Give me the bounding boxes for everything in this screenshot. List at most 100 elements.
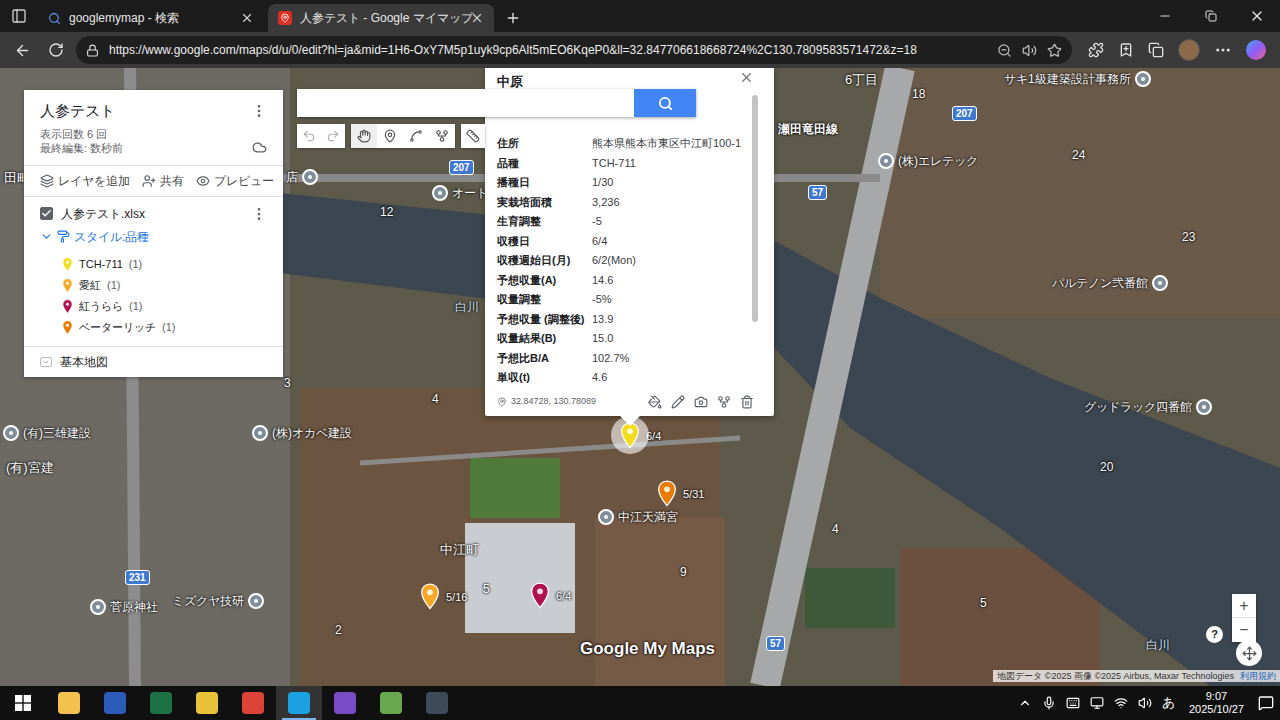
place-label: 中江町 [440, 540, 479, 560]
favorites-icon[interactable] [1118, 42, 1134, 58]
map-menu-icon[interactable] [251, 103, 267, 119]
profile-avatar[interactable] [1178, 39, 1200, 61]
show-hidden-icon[interactable] [1018, 696, 1032, 710]
poi-label[interactable]: (株)オカベ建設 [252, 424, 352, 442]
poi-label[interactable]: 店 [286, 168, 318, 186]
poi-label[interactable]: グッドラック四番館 [1084, 398, 1212, 416]
layer-menu-icon[interactable] [251, 206, 267, 222]
taskbar-app[interactable] [184, 686, 230, 720]
taskbar-app[interactable] [92, 686, 138, 720]
poi-label[interactable]: 中江天満宮 [598, 508, 678, 526]
address-field[interactable]: https://www.google.com/maps/d/u/0/edit?h… [76, 36, 1072, 64]
close-tab-icon[interactable] [240, 11, 254, 25]
more-icon[interactable] [1214, 41, 1232, 59]
terms-link[interactable]: 利用規約 [1240, 670, 1276, 682]
map[interactable]: 6丁目サキ1級建築設計事務所18207瀬田竜田線(株)エレテック2423パルテノ… [0, 68, 1280, 686]
legend-item[interactable]: ベーターリッチ(1) [62, 317, 267, 338]
undo-button[interactable] [297, 124, 321, 148]
taskbar-app[interactable] [138, 686, 184, 720]
input-pad-icon[interactable] [1066, 696, 1080, 710]
taskbar-app[interactable] [276, 686, 322, 720]
map-pin[interactable]: 5/31 [657, 480, 704, 508]
copilot-icon[interactable] [1246, 40, 1266, 60]
line-tool[interactable] [403, 124, 429, 148]
layer-name[interactable]: 人参テスト.xlsx [61, 205, 243, 223]
display-icon[interactable] [1090, 696, 1104, 710]
browser-tab[interactable]: 人参テスト - Google マイマップ [268, 4, 494, 32]
camera-icon[interactable] [694, 395, 708, 409]
extensions-icon[interactable] [1088, 42, 1104, 58]
taskbar-app[interactable] [368, 686, 414, 720]
zoom-out-icon[interactable] [997, 43, 1012, 58]
popup-scrollbar[interactable] [752, 95, 758, 322]
style-roller-icon [57, 230, 70, 243]
zoom-in-button[interactable]: + [1232, 594, 1256, 618]
popup-close-icon[interactable] [739, 70, 754, 85]
help-button[interactable]: ? [1206, 626, 1223, 643]
mic-icon[interactable] [1042, 696, 1056, 710]
close-button[interactable] [1234, 0, 1280, 32]
legend-item[interactable]: 愛紅(1) [62, 275, 267, 296]
close-tab-icon[interactable] [470, 11, 484, 25]
hand-tool[interactable] [351, 124, 377, 148]
poi-label[interactable]: ミズクヤ技研 [172, 592, 264, 610]
taskbar-app[interactable] [414, 686, 460, 720]
panel-action-button[interactable]: プレビュー [196, 172, 274, 190]
trash-icon[interactable] [740, 395, 754, 409]
reload-button[interactable] [42, 36, 70, 64]
start-button[interactable] [0, 686, 46, 720]
search-input[interactable] [297, 89, 634, 117]
road-label: 瀬田竜田線 [778, 120, 838, 138]
legend-item[interactable]: TCH-711(1) [62, 254, 267, 275]
fullscreen-button[interactable] [1236, 640, 1262, 666]
search-button[interactable] [634, 89, 696, 117]
volume-icon[interactable] [1138, 696, 1152, 710]
poi-label[interactable]: 菅原神社 [90, 598, 158, 616]
zoom-out-button[interactable]: − [1232, 618, 1256, 642]
taskbar-app[interactable] [230, 686, 276, 720]
app-0-icon [58, 692, 80, 714]
saved-cloud-icon [252, 140, 267, 155]
new-tab-button[interactable] [498, 4, 528, 32]
base-map-row[interactable]: 基本地図 [24, 346, 283, 377]
measure-tool[interactable] [461, 124, 485, 148]
back-button[interactable] [8, 36, 36, 64]
layer-checkbox[interactable] [40, 207, 53, 220]
poi-icon [1135, 71, 1151, 87]
map-pin[interactable]: 6/4 [620, 422, 661, 450]
directions-icon[interactable] [717, 395, 731, 409]
style-toggle[interactable]: スタイル:品種 [40, 228, 267, 246]
panel-action-button[interactable]: レイヤを追加 [40, 172, 130, 190]
map-pin[interactable]: 5/16 [420, 583, 467, 611]
marker-tool[interactable] [377, 124, 403, 148]
tab-actions-button[interactable] [0, 0, 38, 32]
read-aloud-icon[interactable] [1022, 43, 1037, 58]
network-icon[interactable] [1114, 696, 1128, 710]
restore-button[interactable] [1188, 0, 1234, 32]
legend-item[interactable]: 紅うらら(1) [62, 296, 267, 317]
poi-label[interactable]: サキ1級建築設計事務所 [1004, 70, 1151, 88]
map-pin[interactable]: 6/4 [530, 582, 571, 610]
taskbar-app[interactable] [46, 686, 92, 720]
collections-icon[interactable] [1148, 42, 1164, 58]
minimize-button[interactable] [1142, 0, 1188, 32]
poi-label[interactable]: オート [432, 184, 488, 202]
favorite-star-icon[interactable] [1047, 43, 1062, 58]
clock[interactable]: 9:072025/10/27 [1185, 690, 1248, 716]
route-tool[interactable] [429, 124, 455, 148]
panel-action-button[interactable]: 共有 [142, 172, 184, 190]
windows-logo-icon [15, 695, 31, 711]
style-bucket-icon[interactable] [648, 395, 662, 409]
site-info-icon[interactable] [86, 44, 99, 57]
ime-indicator[interactable]: あ [1162, 693, 1175, 713]
redo-button[interactable] [321, 124, 345, 148]
map-title[interactable]: 人参テスト [40, 100, 115, 123]
field-value: 6/2(Mon) [592, 251, 750, 271]
poi-label[interactable]: (株)エレテック [878, 152, 978, 170]
taskbar-app[interactable] [322, 686, 368, 720]
poi-label[interactable]: パルテノン弐番館 [1052, 274, 1168, 292]
browser-tab[interactable]: googlemymap - 検索 [38, 4, 264, 32]
notification-icon[interactable] [1258, 695, 1274, 711]
edit-pencil-icon[interactable] [671, 395, 685, 409]
poi-label[interactable]: (有)三雄建設 [3, 424, 91, 442]
